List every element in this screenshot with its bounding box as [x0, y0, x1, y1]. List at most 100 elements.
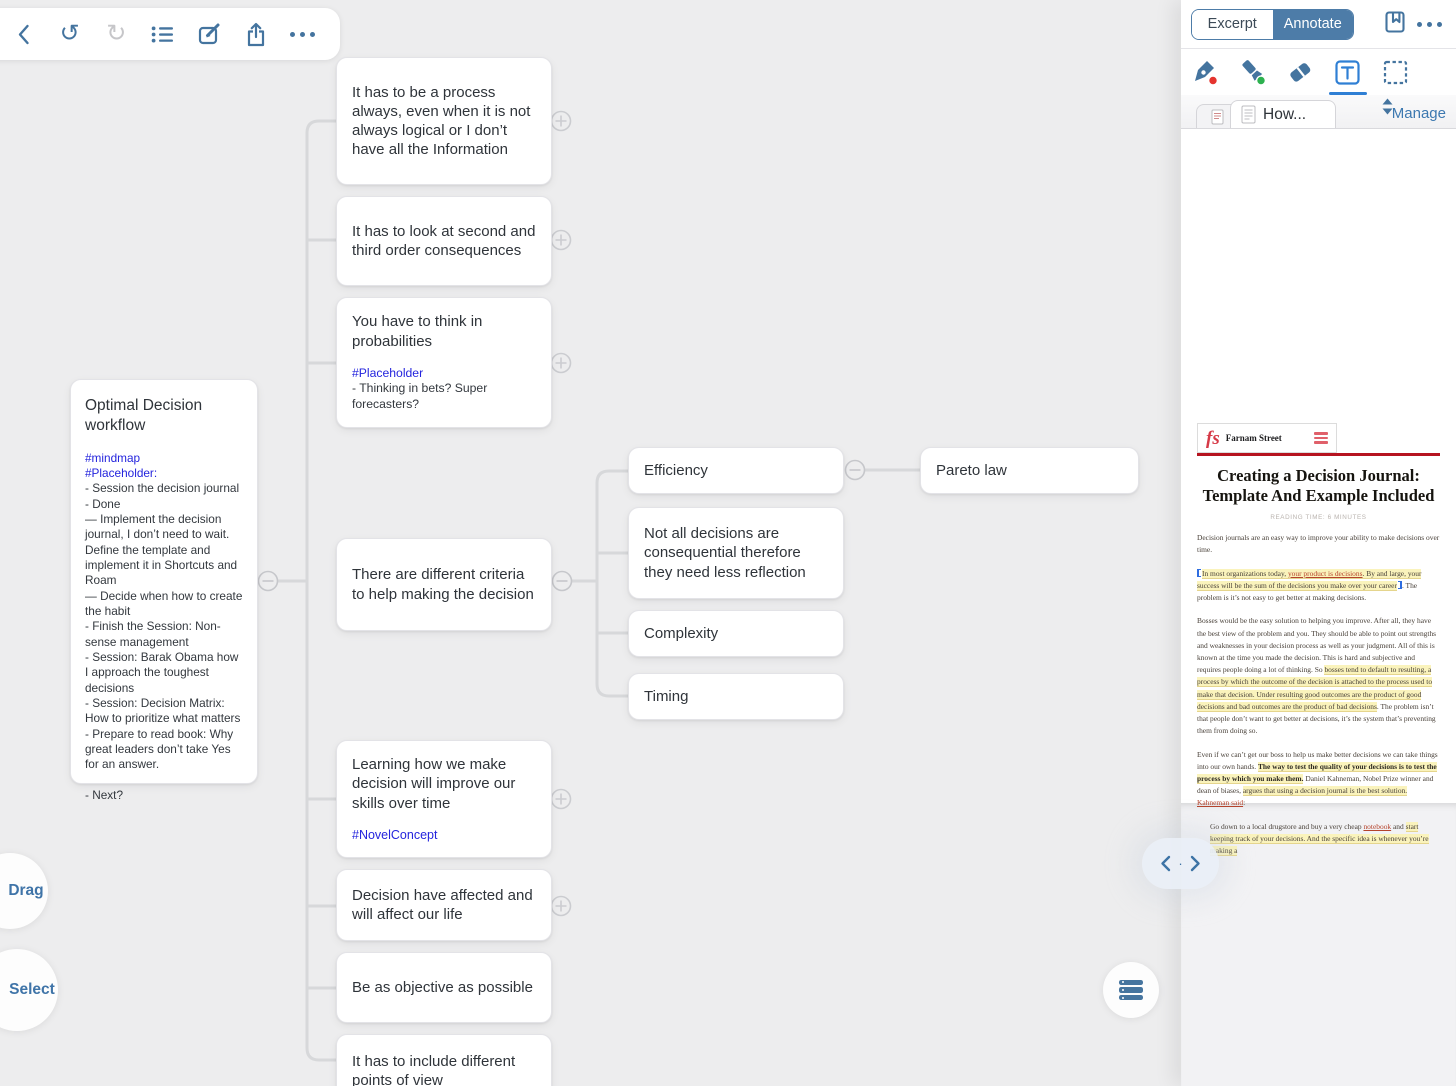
mindmap-node-less-reflection[interactable]: Not all decisions are consequential ther… — [628, 507, 844, 599]
undo-icon: ↺ — [59, 20, 80, 47]
site-logo: fs — [1206, 427, 1220, 449]
app-window: Optimal Decision workflow #mindmap #Plac… — [0, 0, 1456, 1086]
text-frame-tool[interactable] — [1333, 58, 1361, 86]
mindmap-node-root[interactable]: Optimal Decision workflow #mindmap #Plac… — [70, 379, 258, 802]
site-header: fs Farnam Street — [1197, 423, 1337, 453]
node-body: - Thinking in bets? Super forecasters? — [352, 381, 488, 411]
share-button[interactable] — [241, 19, 271, 49]
hamburger-menu-icon[interactable] — [1314, 432, 1328, 444]
document-viewer[interactable]: fs Farnam Street Creating a Decision Jou… — [1181, 131, 1456, 1086]
mindmap-node-points-of-view[interactable]: It has to include different points of vi… — [336, 1034, 552, 1086]
header-rule — [1197, 453, 1440, 456]
eraser-icon — [1290, 63, 1311, 82]
select-label: Select — [9, 981, 55, 998]
more-button[interactable] — [288, 19, 318, 49]
node-title: Be as objective as possible — [352, 978, 533, 996]
share-icon — [248, 22, 265, 46]
mindmap-node-process[interactable]: It has to be a process always, even when… — [336, 57, 552, 185]
doc-link[interactable]: Kahneman said — [1197, 798, 1243, 807]
doc-link[interactable]: notebook — [1363, 822, 1391, 831]
document-page: fs Farnam Street Creating a Decision Jou… — [1197, 423, 1440, 857]
panel-header: Excerpt Annotate — [1181, 0, 1456, 49]
more-icon — [290, 31, 316, 37]
manage-button[interactable]: Manage — [1392, 105, 1446, 122]
mindmap-canvas[interactable]: Optimal Decision workflow #mindmap #Plac… — [0, 0, 1181, 1086]
compose-button[interactable] — [195, 19, 225, 49]
node-title: There are different criteria to help mak… — [352, 566, 534, 603]
node-title: Not all decisions are consequential ther… — [644, 525, 806, 581]
mindmap-node-efficiency[interactable]: Efficiency — [628, 447, 844, 494]
mindmap-node-pareto[interactable]: Pareto law — [920, 447, 1139, 494]
node-title: Learning how we make decision will impro… — [352, 756, 516, 812]
panel-more-button[interactable] — [1417, 21, 1442, 27]
article-title: Creating a Decision Journal: Template An… — [1202, 466, 1435, 506]
reading-time: READING TIME: 6 MINUTES — [1270, 514, 1367, 522]
document-panel: Excerpt Annotate How... Manage fs Farnam… — [1181, 0, 1456, 1086]
mindmap-node-criteria[interactable]: There are different criteria to help mak… — [336, 538, 552, 631]
document-thumb-icon — [1211, 109, 1223, 124]
marquee-select-icon — [1383, 60, 1407, 84]
mindmap-node-affect-life[interactable]: Decision have affected and will affect o… — [336, 869, 552, 941]
node-tags: #Placeholder — [352, 365, 424, 380]
doc-paragraph: Decision journals are an easy way to imp… — [1197, 532, 1440, 556]
node-title: Timing — [644, 687, 689, 705]
stacked-list-icon — [1119, 979, 1143, 985]
next-chevron-icon — [1190, 855, 1200, 872]
doc-link[interactable]: your product is decisions — [1287, 568, 1363, 579]
tab-title: How... — [1263, 105, 1307, 123]
panel-resize-nav[interactable]: · — [1142, 838, 1219, 889]
doc-text: argues that using a decision journal is … — [1242, 786, 1408, 797]
bookmark-book-icon — [1385, 10, 1405, 33]
document-list-button[interactable] — [1103, 962, 1159, 1018]
undo-button[interactable]: ↺ — [55, 19, 85, 49]
compose-icon — [198, 23, 220, 45]
back-button[interactable] — [8, 19, 38, 49]
node-title: Optimal Decision workflow — [85, 397, 203, 434]
marquee-select-tool[interactable] — [1381, 58, 1409, 86]
dot-icon: · — [1178, 856, 1183, 871]
pen-tool[interactable] — [1191, 58, 1219, 86]
annotate-tab[interactable]: Annotate — [1272, 9, 1353, 39]
redo-icon: ↻ — [106, 20, 127, 47]
node-title: Efficiency — [644, 461, 708, 479]
doc-text: Go down to a local drugstore and buy a v… — [1210, 821, 1364, 831]
node-title: You have to think in probabilities — [352, 313, 483, 350]
redo-button[interactable]: ↻ — [101, 19, 131, 49]
node-title: It has to look at second and third order… — [352, 222, 536, 259]
text-frame-icon — [1334, 59, 1360, 85]
doc-blockquote: Go down to a local drugstore and buy a v… — [1210, 821, 1434, 858]
excerpt-tab[interactable]: Excerpt — [1192, 9, 1273, 39]
drag-label: Drag — [8, 882, 44, 899]
mindmap-node-learning[interactable]: Learning how we make decision will impro… — [336, 740, 552, 858]
prev-chevron-icon — [1161, 855, 1171, 872]
expand-plus-toggle[interactable] — [550, 110, 572, 917]
doc-text: : — [1243, 798, 1246, 808]
node-tags: #NovelConcept — [352, 827, 438, 842]
node-title: It has to include different points of vi… — [352, 1052, 516, 1086]
bookmark-button[interactable] — [1383, 10, 1407, 39]
doc-text: and — [1391, 821, 1406, 831]
outline-list-button[interactable] — [148, 19, 178, 49]
excerpt-cursor — [1197, 568, 1201, 577]
doc-text: Decision journals are an easy way to imp… — [1197, 533, 1440, 555]
pen-icon — [1195, 61, 1219, 86]
mode-segmented-control: Excerpt Annotate — [1191, 8, 1354, 40]
mindmap-node-objective[interactable]: Be as objective as possible — [336, 952, 552, 1023]
doc-paragraphs: Decision journals are an easy way to imp… — [1197, 532, 1440, 857]
mindmap-node-probabilities[interactable]: You have to think in probabilities #Plac… — [336, 297, 552, 428]
mindmap-node-timing[interactable]: Timing — [628, 673, 844, 720]
site-name: Farnam Street — [1225, 433, 1282, 443]
doc-text: In most organizations today, — [1202, 568, 1288, 579]
eraser-tool[interactable] — [1286, 58, 1314, 86]
highlighter-tool[interactable] — [1239, 58, 1267, 86]
mindmap-node-complexity[interactable]: Complexity — [628, 610, 844, 657]
doc-paragraph: Bosses would be the easy solution to hel… — [1197, 615, 1440, 737]
doc-paragraph: Even if we can’t get our boss to help us… — [1197, 749, 1440, 810]
node-tags: #mindmap #Placeholder: — [85, 450, 158, 480]
mindmap-node-second-order[interactable]: It has to look at second and third order… — [336, 196, 552, 286]
highlighter-icon — [1242, 60, 1267, 86]
annotation-tools — [1181, 49, 1456, 95]
document-tab-bar: How... Manage — [1181, 95, 1456, 129]
document-tab-active[interactable]: How... — [1230, 100, 1336, 128]
node-title: Pareto law — [936, 461, 1007, 479]
